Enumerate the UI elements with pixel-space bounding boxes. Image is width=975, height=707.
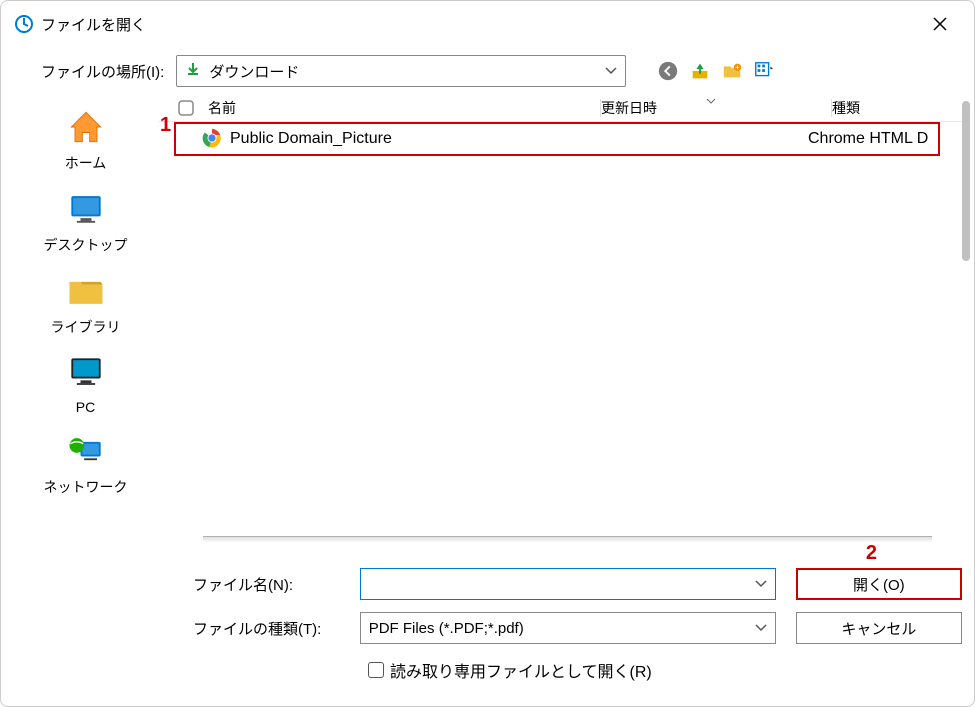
chrome-file-icon	[202, 128, 224, 150]
filename-input[interactable]	[360, 568, 776, 600]
sidebar-item-library[interactable]: ライブラリ	[47, 263, 125, 341]
filetype-value: PDF Files (*.PDF;*.pdf)	[369, 620, 755, 637]
filetype-label: ファイルの種類(T):	[193, 618, 340, 639]
file-open-dialog: ファイルを開く ファイルの場所(I): ダウンロード	[0, 0, 975, 707]
location-toolbar: ファイルの場所(I): ダウンロード	[1, 47, 974, 95]
filetype-select[interactable]: PDF Files (*.PDF;*.pdf)	[360, 612, 776, 644]
download-icon	[185, 61, 201, 82]
file-list-area: 名前 更新日時 種類 1 Public Domain_Picture	[158, 95, 962, 501]
readonly-label: 読み取り専用ファイルとして開く(R)	[390, 658, 652, 682]
app-icon	[15, 15, 33, 33]
file-name: Public Domain_Picture	[230, 130, 578, 148]
column-type[interactable]: 種類	[832, 98, 962, 118]
column-date[interactable]: 更新日時	[601, 98, 831, 118]
network-icon	[62, 427, 110, 475]
home-icon	[62, 103, 110, 151]
library-icon	[62, 267, 110, 315]
sidebar-item-network[interactable]: ネットワーク	[40, 423, 132, 501]
column-headers: 名前 更新日時 種類	[158, 95, 962, 122]
file-type: Chrome HTML D	[808, 130, 938, 148]
nav-up-button[interactable]	[688, 59, 712, 83]
sort-caret-icon	[706, 96, 716, 107]
scrollbar[interactable]	[962, 101, 970, 261]
desktop-icon	[62, 185, 110, 233]
close-button[interactable]	[920, 9, 960, 39]
divider	[203, 536, 932, 542]
window-title: ファイルを開く	[41, 14, 146, 35]
places-sidebar: ホーム デスクトップ ライブラリ PC	[13, 95, 158, 501]
readonly-checkbox[interactable]	[368, 662, 384, 678]
location-value: ダウンロード	[209, 61, 597, 82]
file-row[interactable]: Public Domain_Picture Chrome HTML D	[174, 122, 940, 156]
annotation-1: 1	[160, 114, 171, 137]
select-all-checkbox[interactable]	[178, 100, 206, 116]
filename-label: ファイル名(N):	[193, 574, 340, 595]
nav-back-button[interactable]	[656, 59, 680, 83]
location-label: ファイルの場所(I):	[41, 61, 164, 82]
chevron-down-icon	[755, 619, 767, 637]
pc-icon	[62, 349, 110, 397]
sidebar-item-home[interactable]: ホーム	[58, 99, 114, 177]
new-folder-button[interactable]	[720, 59, 744, 83]
open-button[interactable]: 開く(O)	[796, 568, 962, 600]
location-combo[interactable]: ダウンロード	[176, 55, 626, 87]
sidebar-item-desktop[interactable]: デスクトップ	[40, 181, 132, 259]
chevron-down-icon	[605, 64, 617, 78]
bottom-form: 2 ファイル名(N): 開く(O) ファイルの種類(T): PDF Files …	[1, 536, 974, 682]
titlebar: ファイルを開く	[1, 1, 974, 47]
view-menu-button[interactable]	[752, 59, 776, 83]
column-name[interactable]: 名前	[206, 98, 600, 118]
annotation-2: 2	[866, 542, 877, 565]
sidebar-item-pc[interactable]: PC	[58, 345, 114, 419]
cancel-button[interactable]: キャンセル	[796, 612, 962, 644]
file-list: 1 Public Domain_Picture Chrome HTML D	[158, 122, 962, 501]
chevron-down-icon	[755, 575, 767, 593]
